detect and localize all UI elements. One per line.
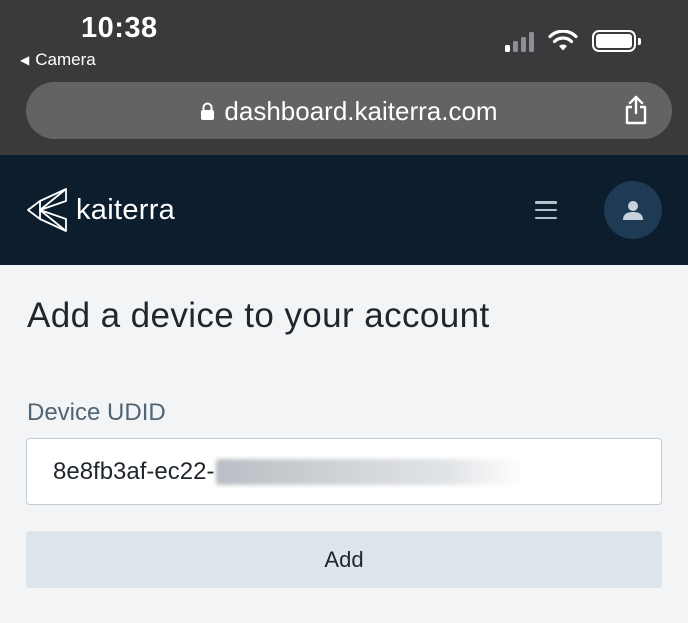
share-icon[interactable] xyxy=(624,95,648,125)
status-icons xyxy=(505,30,641,52)
kaiterra-logo-icon xyxy=(27,188,67,232)
kaiterra-logo[interactable]: kaiterra xyxy=(26,187,175,233)
url-display[interactable]: dashboard.kaiterra.com xyxy=(26,96,672,127)
wifi-icon xyxy=(548,30,578,51)
device-udid-input[interactable]: 8e8fb3af-ec22- xyxy=(26,438,662,505)
app-header: kaiterra xyxy=(0,155,688,265)
status-time: 10:38 xyxy=(81,12,158,44)
udid-redacted-blur xyxy=(216,458,525,485)
back-app-label: Camera xyxy=(35,50,96,69)
url-text: dashboard.kaiterra.com xyxy=(224,96,498,126)
lock-icon xyxy=(200,102,215,121)
page-title: Add a device to your account xyxy=(27,296,490,335)
menu-icon[interactable] xyxy=(535,201,557,219)
signal-icon xyxy=(505,32,534,52)
user-menu-button[interactable] xyxy=(604,181,662,239)
battery-icon xyxy=(592,30,641,52)
back-to-app-link[interactable]: ◀ Camera xyxy=(20,50,96,70)
user-icon xyxy=(623,201,643,220)
udid-value: 8e8fb3af-ec22- xyxy=(53,457,215,485)
add-button[interactable]: Add xyxy=(26,531,662,588)
device-udid-label: Device UDID xyxy=(27,399,166,426)
logo-text: kaiterra xyxy=(76,193,176,226)
back-triangle-icon: ◀ xyxy=(20,53,30,67)
browser-chrome: 10:38 ◀ Camera dashboard.kaiterra.com xyxy=(0,0,688,155)
address-bar[interactable]: dashboard.kaiterra.com xyxy=(26,82,672,139)
